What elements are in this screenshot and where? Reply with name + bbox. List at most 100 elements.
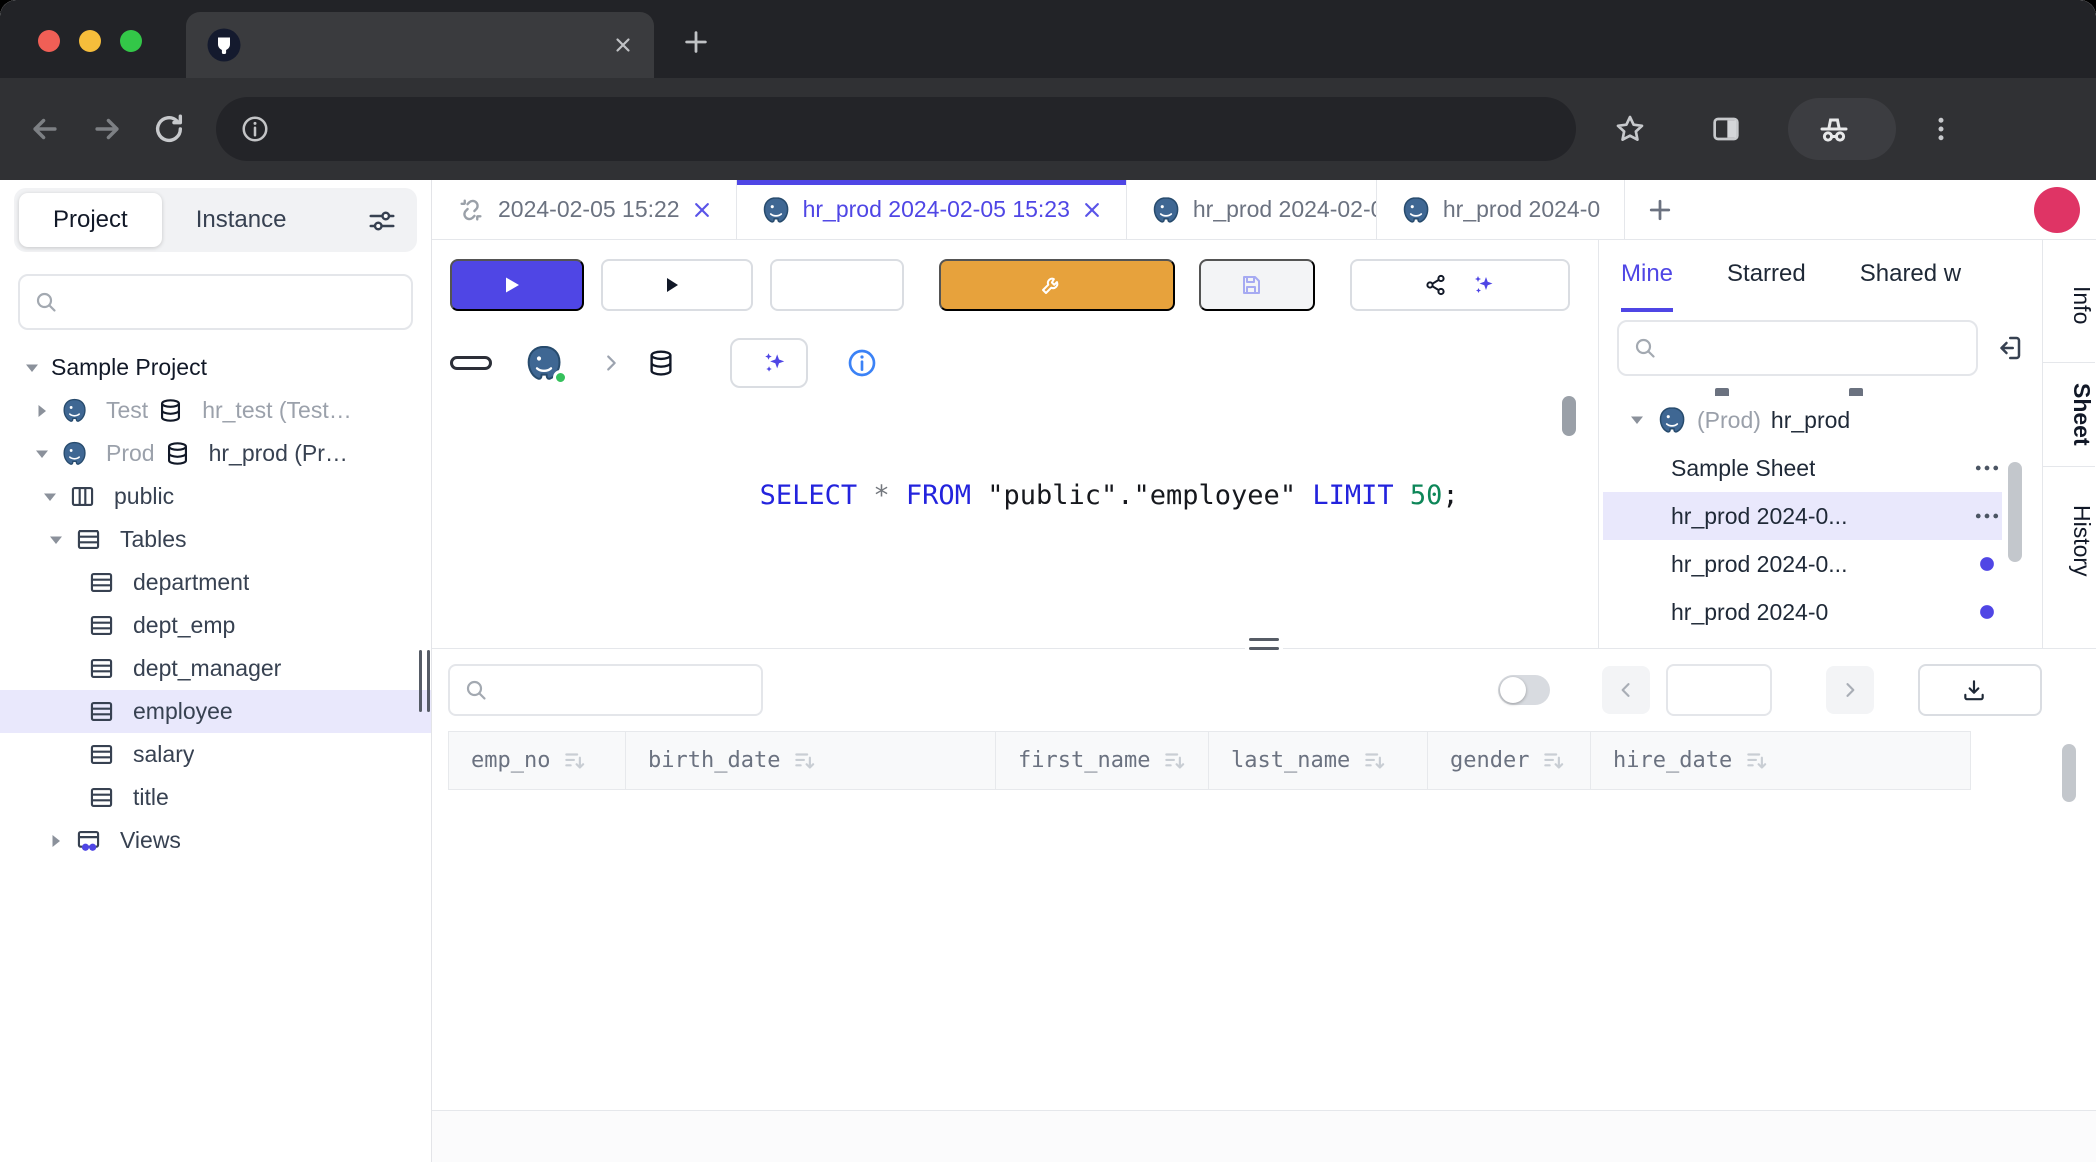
- sheet-item[interactable]: hr_prod 2024-0: [1603, 588, 2002, 636]
- tree-row[interactable]: Prod hr_prod (Pr…: [0, 432, 431, 475]
- sidebar-tab[interactable]: Instance: [162, 193, 321, 247]
- tree-expander-icon[interactable]: [40, 487, 60, 507]
- tree-row[interactable]: dept_emp: [0, 604, 431, 647]
- sort-icon[interactable]: [1744, 748, 1770, 774]
- results-search-input[interactable]: [498, 677, 747, 704]
- format-button[interactable]: [770, 259, 904, 311]
- collapse-panel-icon[interactable]: [1994, 333, 2024, 363]
- sort-icon[interactable]: [1162, 748, 1188, 774]
- editor-tab[interactable]: hr_prod 2024-02-05 15:23: [737, 180, 1127, 239]
- tree-row[interactable]: dept_manager: [0, 647, 431, 690]
- editor-scrollbar[interactable]: [1562, 396, 1576, 436]
- admin-mode-button[interactable]: [939, 259, 1175, 311]
- sidebar-tab[interactable]: Project: [19, 193, 162, 247]
- column-header[interactable]: emp_no: [449, 732, 626, 790]
- sheet-item[interactable]: hr_prod 2024-0...: [1603, 492, 2002, 540]
- rail-tab[interactable]: History: [2043, 485, 2095, 597]
- sheet-item-trailing-icon[interactable]: [1972, 501, 2002, 531]
- sheet-item-trailing-icon[interactable]: [1972, 549, 2002, 579]
- sql-editor[interactable]: SELECT * FROM "public"."employee" LIMIT …: [432, 396, 1598, 648]
- back-button[interactable]: [28, 112, 62, 146]
- sort-icon[interactable]: [1362, 748, 1388, 774]
- tree-row[interactable]: Sample Project: [0, 346, 431, 389]
- editor-tab[interactable]: hr_prod 2024-0: [1377, 180, 1625, 239]
- page-number-input[interactable]: [1666, 664, 1772, 716]
- close-browser-tab-icon[interactable]: [612, 34, 634, 56]
- tree-expander-icon[interactable]: [46, 831, 66, 851]
- tree-expander-icon[interactable]: [32, 444, 52, 464]
- instance-breadcrumb[interactable]: [524, 343, 576, 383]
- batch-button[interactable]: [730, 338, 808, 388]
- sheet-item[interactable]: Sample Sheet: [1603, 444, 2002, 492]
- sheet-item-trailing-icon[interactable]: [1972, 453, 2002, 483]
- column-header[interactable]: first_name: [996, 732, 1209, 790]
- tree-row[interactable]: salary: [0, 733, 431, 776]
- results-search[interactable]: [448, 664, 763, 716]
- sort-icon[interactable]: [1541, 748, 1567, 774]
- sheet-item[interactable]: hr_prod 2024-0...: [1603, 540, 2002, 588]
- next-page-button[interactable]: [1826, 666, 1874, 714]
- browser-menu-icon[interactable]: [1926, 114, 1956, 144]
- address-bar[interactable]: [216, 97, 1576, 161]
- tree-row[interactable]: Tables: [0, 518, 431, 561]
- previous-page-button[interactable]: [1602, 666, 1650, 714]
- filter-sliders-icon[interactable]: [367, 206, 397, 236]
- sort-icon[interactable]: [792, 748, 818, 774]
- close-editor-tab-icon[interactable]: [692, 200, 712, 220]
- explain-button[interactable]: [601, 259, 753, 311]
- panel-resize-handle[interactable]: [1245, 636, 1283, 652]
- sheet-item-trailing-icon[interactable]: [1972, 597, 2002, 627]
- sheet-panel-tab[interactable]: Shared w: [1860, 240, 1961, 312]
- save-button[interactable]: [1199, 259, 1315, 311]
- sidebar-resize-handle[interactable]: [419, 650, 430, 712]
- side-panel-icon[interactable]: [1710, 113, 1742, 145]
- results-scrollbar[interactable]: [2062, 744, 2076, 802]
- rail-tab[interactable]: Info: [2043, 266, 2095, 344]
- tree-row[interactable]: department: [0, 561, 431, 604]
- sheet-search-input[interactable]: [1667, 335, 1962, 362]
- forward-button[interactable]: [90, 112, 124, 146]
- tree-row[interactable]: public: [0, 475, 431, 518]
- new-browser-tab-button[interactable]: [682, 28, 710, 56]
- column-header[interactable]: birth_date: [626, 732, 996, 790]
- zoom-window-button[interactable]: [120, 30, 142, 52]
- sort-icon[interactable]: [562, 748, 588, 774]
- column-header[interactable]: gender: [1428, 732, 1591, 790]
- tree-expander-icon[interactable]: [22, 358, 42, 378]
- share-button[interactable]: [1350, 259, 1570, 311]
- sheet-search[interactable]: [1617, 320, 1978, 376]
- close-window-button[interactable]: [38, 30, 60, 52]
- tree-expander-icon[interactable]: [46, 530, 66, 550]
- sheet-item[interactable]: (Prod) hr_prod: [1603, 396, 2002, 444]
- close-editor-tab-icon[interactable]: [1082, 200, 1102, 220]
- tree-row[interactable]: Test hr_test (Test…: [0, 389, 431, 432]
- sheet-item-trailing-icon[interactable]: [1972, 405, 2002, 435]
- rail-tab[interactable]: Sheet: [2043, 362, 2095, 467]
- window-controls[interactable]: [38, 30, 142, 52]
- bookmark-star-icon[interactable]: [1614, 113, 1646, 145]
- column-header[interactable]: last_name: [1209, 732, 1428, 790]
- sheet-list-scrollbar[interactable]: [2008, 462, 2022, 562]
- minimize-window-button[interactable]: [79, 30, 101, 52]
- browser-tab[interactable]: [186, 12, 654, 78]
- column-header[interactable]: hire_date: [1591, 732, 1971, 790]
- info-icon[interactable]: [846, 347, 878, 379]
- tree-expander-icon[interactable]: [32, 401, 52, 421]
- new-editor-tab-button[interactable]: [1645, 195, 1675, 225]
- database-search-input[interactable]: [68, 289, 397, 316]
- sheet-panel-tab[interactable]: Starred: [1727, 240, 1806, 312]
- user-avatar[interactable]: [2034, 187, 2080, 233]
- site-info-icon[interactable]: [240, 114, 270, 144]
- tree-row[interactable]: title: [0, 776, 431, 819]
- run-button[interactable]: [450, 259, 584, 311]
- tree-row[interactable]: employee: [0, 690, 431, 733]
- reload-button[interactable]: [152, 112, 186, 146]
- vertical-display-toggle[interactable]: [1498, 675, 1550, 705]
- export-button[interactable]: [1918, 664, 2042, 716]
- sheet-expander-icon[interactable]: [1627, 410, 1647, 430]
- editor-tab[interactable]: hr_prod 2024-02-05 15:43: [1127, 180, 1377, 239]
- sheet-panel-tab[interactable]: Mine: [1621, 240, 1673, 312]
- tree-row[interactable]: Views: [0, 819, 431, 862]
- database-search[interactable]: [18, 274, 413, 330]
- editor-tab[interactable]: 2024-02-05 15:22: [432, 180, 737, 239]
